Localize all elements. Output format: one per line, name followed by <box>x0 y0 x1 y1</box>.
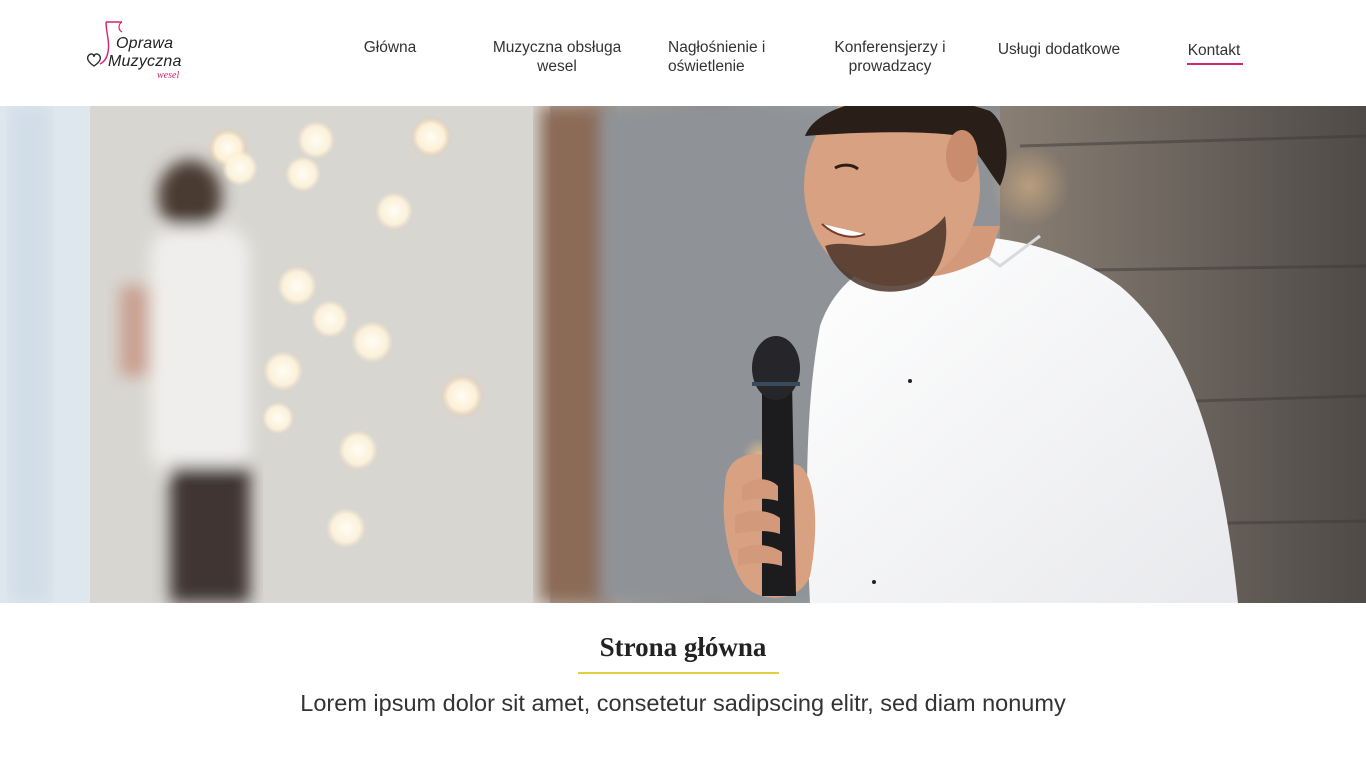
site-logo[interactable]: Oprawa Muzyczna wesel <box>84 18 204 82</box>
nav-item-uslugi-dodatkowe[interactable]: Usługi dodatkowe <box>986 40 1132 59</box>
man-with-microphone-photo <box>0 106 1366 603</box>
site-header: Oprawa Muzyczna wesel Główna Muzyczna ob… <box>0 0 1366 106</box>
nav-item-konferensjerzy[interactable]: Konferensjerzy i prowadzacy <box>826 38 954 76</box>
title-underline <box>578 672 779 674</box>
logo-text-wesel: wesel <box>157 70 180 81</box>
logo-text-muzyczna: Muzyczna <box>108 53 182 70</box>
nav-item-glowna[interactable]: Główna <box>350 38 430 57</box>
nav-item-naglosnienie[interactable]: Nagłośnienie i oświetlenie <box>668 38 788 76</box>
nav-active-underline <box>1187 63 1243 65</box>
nav-item-muzyczna-obsluga[interactable]: Muzyczna obsługa wesel <box>482 38 632 76</box>
page-title: Strona główna <box>599 632 767 662</box>
logo-text-oprawa: Oprawa <box>116 35 174 52</box>
heart-icon <box>87 53 101 67</box>
hero-banner <box>0 106 1366 603</box>
nav-item-kontakt[interactable]: Kontakt <box>1180 41 1248 60</box>
lead-text: Lorem ipsum dolor sit amet, consetetur s… <box>300 690 1066 716</box>
